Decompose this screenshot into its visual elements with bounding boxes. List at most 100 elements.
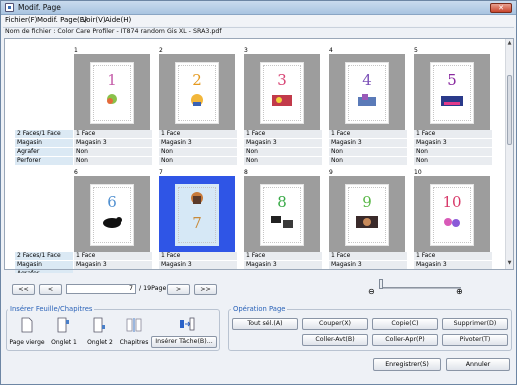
page-thumbnail[interactable]: 6 xyxy=(74,176,150,254)
blank-page-label: Page vierge xyxy=(9,339,45,346)
previous-page-button[interactable]: < xyxy=(39,284,62,295)
insert-job-icon xyxy=(180,317,195,331)
tray-cell[interactable]: Magasin 3 xyxy=(329,139,407,147)
page-number: 3 xyxy=(244,47,248,54)
page-number: 5 xyxy=(414,47,418,54)
page-thumbnail[interactable]: 3 xyxy=(244,54,320,132)
tray-cell[interactable]: Magasin 3 xyxy=(159,261,237,269)
page-digit: 8 xyxy=(277,193,287,211)
page-artwork-icon xyxy=(356,216,378,228)
duplex-cell[interactable]: 1 Face xyxy=(159,130,237,138)
operation-group-title: Opération Page xyxy=(231,305,288,313)
staple-cell[interactable]: Non xyxy=(244,148,322,156)
copy-button[interactable]: Copie(C) xyxy=(372,318,438,330)
tray-cell[interactable]: Magasin 3 xyxy=(244,139,322,147)
zoom-in-icon[interactable]: ⊕ xyxy=(456,287,466,297)
page-thumbnail[interactable]: 10 xyxy=(414,176,490,254)
last-page-button[interactable]: >> xyxy=(194,284,217,295)
window-title: Modif. Page xyxy=(18,3,61,12)
tray-cell[interactable]: Magasin 3 xyxy=(329,261,407,269)
page-thumbnail[interactable]: 5 xyxy=(414,54,490,132)
tab-1-icon[interactable] xyxy=(56,317,70,333)
zoom-slider-thumb[interactable] xyxy=(379,279,383,289)
tab-1-label: Onglet 1 xyxy=(51,339,77,346)
page-number: 10 xyxy=(414,169,422,176)
page-number: 7 xyxy=(159,169,163,176)
page-number-input[interactable]: 7 xyxy=(66,284,136,294)
scroll-thumb[interactable] xyxy=(507,75,512,145)
page-number: 6 xyxy=(74,169,78,176)
next-page-button[interactable]: > xyxy=(167,284,190,295)
punch-cell[interactable]: Non xyxy=(244,157,322,165)
duplex-cell[interactable]: 1 Face xyxy=(414,130,492,138)
rotate-button[interactable]: Pivoter(T) xyxy=(442,334,508,346)
page-digit: 5 xyxy=(447,71,457,89)
page-artwork-icon xyxy=(191,94,203,106)
close-button[interactable]: ✕ xyxy=(490,3,512,13)
page-digit: 10 xyxy=(442,193,462,211)
page-artwork-icon xyxy=(107,94,117,104)
menu-modif-page[interactable]: Modif. Page(E) xyxy=(37,16,87,24)
select-all-button[interactable]: Tout sél.(A) xyxy=(232,318,298,330)
staple-cell[interactable]: Non xyxy=(414,148,492,156)
duplex-cell[interactable]: 1 Face xyxy=(74,252,152,260)
delete-button[interactable]: Supprimer(D) xyxy=(442,318,508,330)
punch-cell[interactable]: Non xyxy=(74,157,152,165)
cut-button[interactable]: Couper(X) xyxy=(302,318,368,330)
first-page-button[interactable]: << xyxy=(12,284,35,295)
staple-cell[interactable]: Non xyxy=(159,148,237,156)
page-thumbnail[interactable]: 4 xyxy=(329,54,405,132)
zoom-slider-track[interactable] xyxy=(381,287,461,289)
tray-cell[interactable]: Magasin 3 xyxy=(414,261,492,269)
paste-before-button[interactable]: Coller-Avt(B) xyxy=(302,334,368,346)
tab-2-icon[interactable] xyxy=(92,317,106,333)
row-label-staple: Agrafer xyxy=(15,270,73,273)
insert-job-button[interactable]: Insérer Tâche(B)... xyxy=(151,336,217,348)
zoom-out-icon[interactable]: ⊖ xyxy=(368,287,378,297)
page-digit: 3 xyxy=(277,71,287,89)
menu-aide[interactable]: Aide(H) xyxy=(105,16,131,24)
punch-cell[interactable]: Non xyxy=(159,157,237,165)
page-artwork-icon xyxy=(191,192,203,204)
duplex-cell[interactable]: 1 Face xyxy=(244,130,322,138)
menu-bar: Fichier(F) Modif. Page(E) Voir(V) Aide(H… xyxy=(1,15,516,26)
page-thumbnail[interactable]: 1 xyxy=(74,54,150,132)
duplex-cell[interactable]: 1 Face xyxy=(74,130,152,138)
page-thumbnail-panel: ▲ ▼ 2 Faces/1 Face Magasin Agrafer Perfo… xyxy=(4,38,514,273)
page-artwork-icon xyxy=(358,94,376,106)
page-thumbnail[interactable]: 2 xyxy=(159,54,235,132)
staple-cell[interactable]: Non xyxy=(329,148,407,156)
duplex-cell[interactable]: 1 Face xyxy=(329,130,407,138)
page-number: 2 xyxy=(159,47,163,54)
chapters-icon[interactable] xyxy=(126,317,142,333)
page-digit: 7 xyxy=(192,214,202,232)
duplex-cell[interactable]: 1 Face xyxy=(244,252,322,260)
scroll-down-arrow-icon[interactable]: ▼ xyxy=(506,260,513,268)
blank-page-icon[interactable] xyxy=(20,317,34,333)
menu-fichier[interactable]: Fichier(F) xyxy=(5,16,37,24)
page-thumbnail[interactable]: 8 xyxy=(244,176,320,254)
paste-after-button[interactable]: Coller-Apr(P) xyxy=(372,334,438,346)
page-thumbnail-selected[interactable]: 7 xyxy=(159,176,235,254)
punch-cell[interactable]: Non xyxy=(414,157,492,165)
page-thumbnail[interactable]: 9 xyxy=(329,176,405,254)
duplex-cell[interactable]: 1 Face xyxy=(159,252,237,260)
page-digit: 4 xyxy=(362,71,372,89)
duplex-cell[interactable]: 1 Face xyxy=(329,252,407,260)
title-bar: Modif. Page ✕ xyxy=(1,1,516,15)
page-artwork-icon xyxy=(441,96,463,106)
vertical-scrollbar[interactable]: ▲ ▼ xyxy=(505,39,513,269)
page-number: 9 xyxy=(329,169,333,176)
scroll-up-arrow-icon[interactable]: ▲ xyxy=(506,40,513,48)
save-button[interactable]: Enregistrer(S) xyxy=(373,358,441,371)
punch-cell[interactable]: Non xyxy=(329,157,407,165)
tray-cell[interactable]: Magasin 3 xyxy=(244,261,322,269)
cancel-button[interactable]: Annuler xyxy=(446,358,510,371)
tray-cell[interactable]: Magasin 3 xyxy=(74,261,152,269)
staple-cell[interactable]: Non xyxy=(74,148,152,156)
tray-cell[interactable]: Magasin 3 xyxy=(159,139,237,147)
tray-cell[interactable]: Magasin 3 xyxy=(74,139,152,147)
menu-voir[interactable]: Voir(V) xyxy=(82,16,106,24)
duplex-cell[interactable]: 1 Face xyxy=(414,252,492,260)
tray-cell[interactable]: Magasin 3 xyxy=(414,139,492,147)
